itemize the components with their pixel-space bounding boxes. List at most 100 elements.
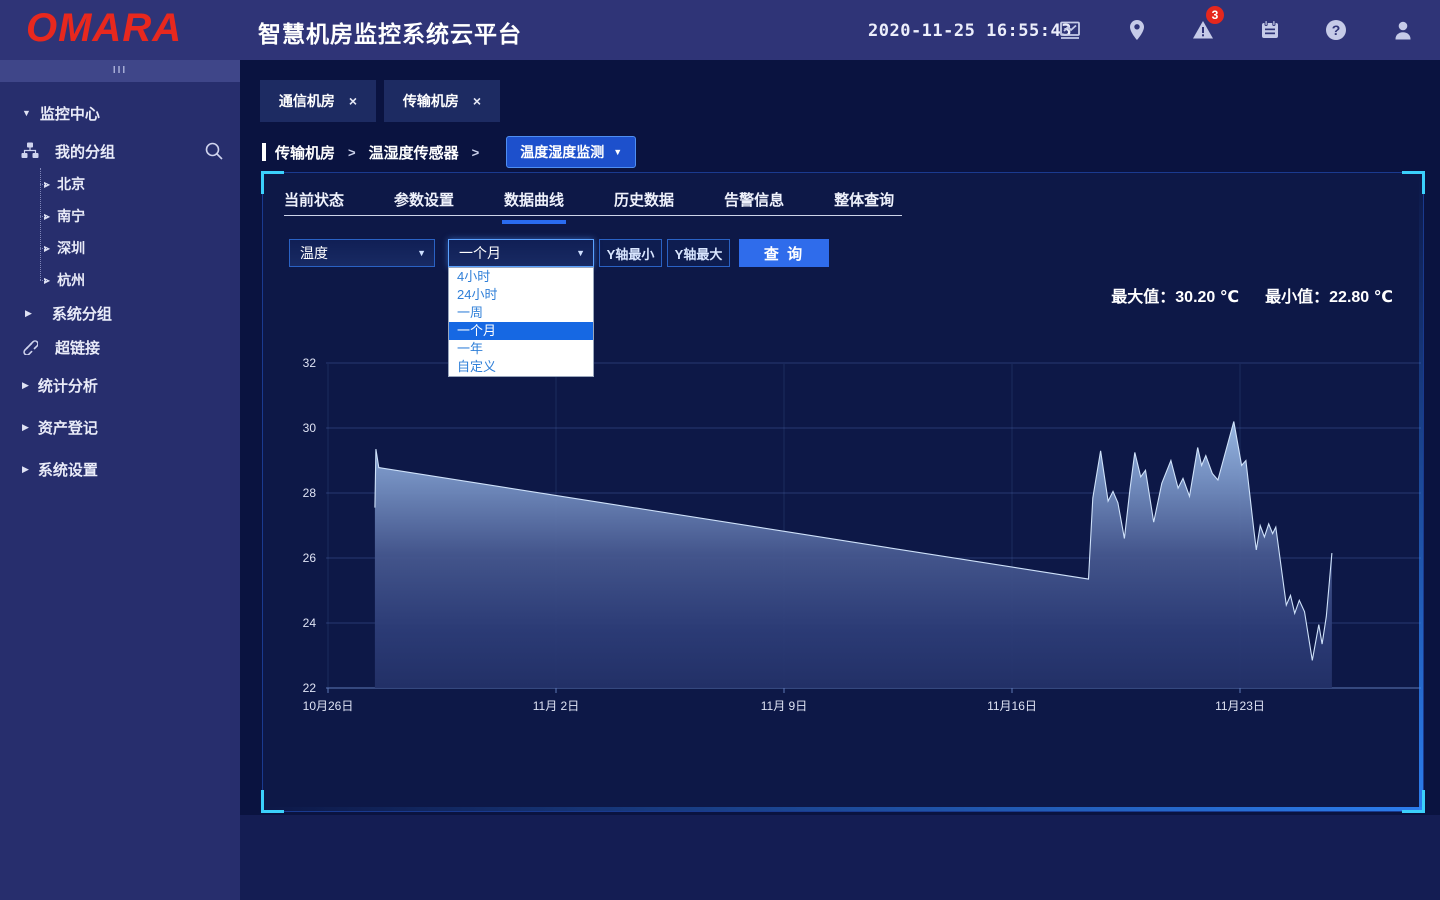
sidebar-item-label: 杭州 bbox=[57, 270, 85, 290]
caret-right-icon: ▶ bbox=[22, 380, 29, 391]
panel-glow-bottom bbox=[263, 807, 1423, 811]
breadcrumb-separator: > bbox=[348, 145, 356, 160]
range-option-4[interactable]: 一年 bbox=[449, 340, 593, 358]
sidebar-item-label: 系统分组 bbox=[52, 303, 112, 324]
panel-tabs: 当前状态 参数设置 数据曲线 历史数据 告警信息 整体查询 bbox=[284, 189, 944, 222]
caret-down-icon: ▼ bbox=[22, 108, 31, 118]
sidebar-tree: ▶北京▶南宁▶深圳▶杭州 bbox=[0, 168, 240, 296]
sidebar-list: ▼监控中心我的分组▶北京▶南宁▶深圳▶杭州▶系统分组超链接▶统计分析▶资产登记▶… bbox=[0, 82, 240, 490]
panel-corner-decoration bbox=[1402, 790, 1425, 813]
max-value-label: 最大值： bbox=[1111, 289, 1175, 306]
user-icon[interactable] bbox=[1391, 18, 1415, 42]
breadcrumb-accent-bar bbox=[262, 143, 266, 161]
sidebar-collapse-handle[interactable]: III bbox=[0, 60, 240, 82]
metric-select-value: 温度 bbox=[300, 243, 328, 263]
sidebar-item-label: 南宁 bbox=[57, 206, 85, 226]
device-selector-button[interactable]: 温度湿度监测 ▼ bbox=[506, 136, 636, 168]
caret-right-icon: ▶ bbox=[25, 308, 32, 319]
sidebar-item-my-groups[interactable]: 我的分组 bbox=[0, 134, 240, 168]
metric-select[interactable]: 温度 ▼ bbox=[289, 239, 435, 267]
min-value: 22.80 ℃ bbox=[1329, 289, 1393, 306]
sidebar-item-assets[interactable]: ▶ 资产登记 bbox=[0, 406, 240, 448]
app-header: OMARA 智慧机房监控系统云平台 2020-11-25 16:55:43 3 … bbox=[0, 0, 1440, 60]
sidebar-item-label: 系统设置 bbox=[38, 459, 98, 480]
workspace-tab-0[interactable]: 通信机房 × bbox=[260, 80, 376, 122]
panel-tab-5[interactable]: 整体查询 bbox=[834, 189, 894, 222]
sidebar-item-hyperlink[interactable]: 超链接 bbox=[0, 330, 240, 364]
panel-tab-3[interactable]: 历史数据 bbox=[614, 189, 674, 222]
close-icon[interactable]: × bbox=[473, 93, 481, 109]
caret-right-icon: ▶ bbox=[44, 180, 50, 189]
sidebar-item-label: 资产登记 bbox=[38, 417, 98, 438]
location-pin-icon[interactable] bbox=[1125, 18, 1149, 42]
caret-right-icon: ▶ bbox=[44, 212, 50, 221]
range-option-5[interactable]: 自定义 bbox=[449, 358, 593, 376]
monitor-chart-icon[interactable] bbox=[1058, 18, 1082, 42]
panel-tab-1[interactable]: 参数设置 bbox=[394, 189, 454, 222]
alert-count-badge: 3 bbox=[1206, 6, 1224, 24]
svg-text:26: 26 bbox=[303, 551, 317, 565]
sidebar-item-shenzhen[interactable]: ▶深圳 bbox=[0, 232, 240, 264]
chevron-down-icon: ▼ bbox=[417, 248, 426, 258]
range-select[interactable]: 一个月 ▼ bbox=[448, 239, 594, 267]
svg-text:11月23日: 11月23日 bbox=[1215, 699, 1265, 713]
range-dropdown: 4小时24小时一周一个月一年自定义 bbox=[448, 267, 594, 377]
brand-logo: OMARA bbox=[26, 6, 182, 51]
panel-tab-2[interactable]: 数据曲线 bbox=[504, 189, 564, 222]
workspace-tabs: 通信机房 × 传输机房 × bbox=[260, 80, 500, 122]
help-icon[interactable]: ? bbox=[1324, 18, 1348, 42]
group-icon bbox=[20, 141, 40, 161]
query-button[interactable]: 查 询 bbox=[739, 239, 829, 267]
min-value-stat: 最小值：22.80 ℃ bbox=[1265, 283, 1393, 307]
content-footer-strip bbox=[240, 815, 1440, 900]
range-option-3[interactable]: 一个月 bbox=[449, 322, 593, 340]
sidebar-item-nanning[interactable]: ▶ 南宁 bbox=[0, 200, 240, 232]
svg-text:11月16日: 11月16日 bbox=[987, 699, 1037, 713]
svg-text:11月 9日: 11月 9日 bbox=[761, 699, 807, 713]
sidebar-item-system-groups[interactable]: ▶ 系统分组 bbox=[0, 296, 240, 330]
chart-stats: 最大值：30.20 ℃ 最小值：22.80 ℃ bbox=[1111, 283, 1393, 307]
device-selector-label: 温度湿度监测 bbox=[520, 142, 604, 162]
workspace-tab-1[interactable]: 传输机房 × bbox=[384, 80, 500, 122]
svg-text:11月 2日: 11月 2日 bbox=[533, 699, 579, 713]
breadcrumb-crumb-1[interactable]: 温湿度传感器 bbox=[369, 142, 459, 163]
panel-tab-4[interactable]: 告警信息 bbox=[724, 189, 784, 222]
main-content: 通信机房 × 传输机房 × 传输机房 > 温湿度传感器 > 温度湿度监测 ▼ 当前状态 参数设… bbox=[240, 60, 1440, 900]
breadcrumb-crumbs: 传输机房 > 温湿度传感器 > bbox=[275, 142, 492, 163]
panel-corner-decoration bbox=[261, 171, 284, 194]
sidebar-item-statistics[interactable]: ▶ 统计分析 bbox=[0, 364, 240, 406]
panel-glow-right bbox=[1419, 173, 1423, 811]
sidebar-item-label: 超链接 bbox=[55, 337, 100, 358]
close-icon[interactable]: × bbox=[349, 93, 357, 109]
panel-corner-decoration bbox=[261, 790, 284, 813]
max-value-stat: 最大值：30.20 ℃ bbox=[1111, 283, 1239, 307]
caret-right-icon: ▶ bbox=[44, 276, 50, 285]
y-axis-max-button[interactable]: Y轴最大 bbox=[667, 239, 730, 267]
range-select-value: 一个月 bbox=[459, 243, 501, 263]
breadcrumb-separator: > bbox=[472, 145, 480, 160]
y-axis-min-button[interactable]: Y轴最小 bbox=[599, 239, 662, 267]
breadcrumb-crumb-0[interactable]: 传输机房 bbox=[275, 142, 335, 163]
panel-tab-0[interactable]: 当前状态 bbox=[284, 189, 344, 222]
range-option-1[interactable]: 24小时 bbox=[449, 286, 593, 304]
svg-text:24: 24 bbox=[303, 616, 317, 630]
sidebar-item-label: 统计分析 bbox=[38, 375, 98, 396]
breadcrumb: 传输机房 > 温湿度传感器 > 温度湿度监测 ▼ bbox=[262, 136, 636, 168]
range-option-0[interactable]: 4小时 bbox=[449, 268, 593, 286]
sidebar-item-hangzhou[interactable]: ▶ 杭州 bbox=[0, 264, 240, 296]
min-value-label: 最小值： bbox=[1265, 289, 1329, 306]
sidebar-item-system-settings[interactable]: ▶系统设置 bbox=[0, 448, 240, 490]
device-detail-panel: 当前状态参数设置数据曲线历史数据告警信息整体查询 温度 ▼ 一个月 ▼ 4小时2… bbox=[262, 172, 1424, 812]
caret-right-icon: ▶ bbox=[22, 422, 29, 433]
calendar-icon[interactable] bbox=[1258, 18, 1282, 42]
svg-text:32: 32 bbox=[303, 356, 317, 370]
workspace-tab-label: 传输机房 bbox=[403, 91, 459, 111]
range-option-2[interactable]: 一周 bbox=[449, 304, 593, 322]
workspace-tab-label: 通信机房 bbox=[279, 91, 335, 111]
sidebar-item-beijing[interactable]: ▶北京 bbox=[0, 168, 240, 200]
sidebar: III ▼监控中心我的分组▶北京▶南宁▶深圳▶杭州▶系统分组超链接▶统计分析▶资… bbox=[0, 60, 240, 900]
search-icon[interactable] bbox=[204, 141, 224, 161]
chevron-down-icon: ▼ bbox=[576, 248, 585, 258]
sidebar-item-monitor-center[interactable]: ▼监控中心 bbox=[0, 92, 240, 134]
svg-text:30: 30 bbox=[303, 421, 317, 435]
